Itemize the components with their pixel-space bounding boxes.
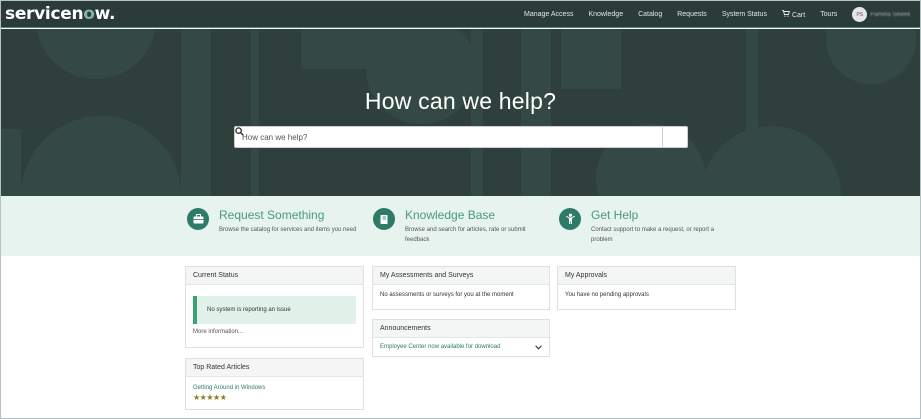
quick-link-request-something[interactable]: Request Something Browse the catalog for… xyxy=(187,208,367,235)
announcements-widget: Announcements Employee Center now availa… xyxy=(372,319,550,357)
briefcase-icon xyxy=(187,208,209,230)
quick-links-band: Request Something Browse the catalog for… xyxy=(1,196,920,256)
quick-link-description: Browse the catalog for services and item… xyxy=(219,227,357,233)
quick-link-title: Request Something xyxy=(219,208,325,222)
cart-icon xyxy=(781,10,790,19)
quick-link-description: Browse and search for articles, rate or … xyxy=(405,227,526,243)
nav-tours[interactable]: Tours xyxy=(820,11,837,18)
announcement-item[interactable]: Employee Center now available for downlo… xyxy=(373,338,549,356)
status-alert: No system is reporting an issue xyxy=(193,296,356,324)
nav-manage-access[interactable]: Manage Access xyxy=(524,11,573,18)
search-icon xyxy=(235,127,244,136)
user-avatar[interactable]: PS xyxy=(852,7,868,22)
servicenow-logo[interactable]: servicenow. xyxy=(5,4,115,24)
main-nav: Manage Access Knowledge Catalog Requests… xyxy=(509,1,910,28)
user-name[interactable]: Pamela Sewell xyxy=(870,12,910,18)
search-box xyxy=(234,126,688,148)
announcement-link[interactable]: Employee Center now available for downlo… xyxy=(380,344,500,350)
quick-link-knowledge-base[interactable]: Knowledge Base Browse and search for art… xyxy=(373,208,543,245)
quick-link-description: Contact support to make a request, or re… xyxy=(591,227,715,243)
widget-title: My Approvals xyxy=(558,267,735,285)
widget-title: Announcements xyxy=(373,320,549,338)
nav-requests[interactable]: Requests xyxy=(677,11,707,18)
search-button[interactable] xyxy=(235,127,687,147)
portal-page: servicenow. Manage Access Knowledge Cata… xyxy=(0,0,921,419)
current-status-widget: Current Status No system is reporting an… xyxy=(185,266,364,348)
search-input[interactable] xyxy=(235,127,662,147)
top-rated-articles-widget: Top Rated Articles Getting Around in Win… xyxy=(185,358,364,410)
hero-banner: How can we help? xyxy=(1,29,920,196)
nav-catalog[interactable]: Catalog xyxy=(638,11,662,18)
book-icon xyxy=(373,208,395,230)
person-help-icon xyxy=(559,208,581,230)
nav-system-status[interactable]: System Status xyxy=(722,11,767,18)
top-navigation-bar: servicenow. Manage Access Knowledge Cata… xyxy=(1,1,920,28)
widget-title: Current Status xyxy=(186,267,363,285)
quick-link-get-help[interactable]: Get Help Contact support to make a reque… xyxy=(559,208,734,245)
chevron-down-icon[interactable] xyxy=(535,344,542,350)
hero-title: How can we help? xyxy=(364,88,557,114)
star-rating: ★★★★★ xyxy=(193,393,227,402)
widget-title: My Assessments and Surveys xyxy=(373,267,549,285)
article-link[interactable]: Getting Around in Windows xyxy=(193,385,356,391)
approvals-widget: My Approvals You have no pending approva… xyxy=(557,266,736,310)
approvals-message: You have no pending approvals xyxy=(565,292,649,298)
more-information-link[interactable]: More information... xyxy=(186,324,363,340)
assessments-widget: My Assessments and Surveys No assessment… xyxy=(372,266,550,310)
quick-link-title: Knowledge Base xyxy=(405,208,496,222)
quick-link-title: Get Help xyxy=(591,208,639,222)
assessments-message: No assessments or surveys for you at the… xyxy=(380,292,514,298)
nav-cart[interactable]: Cart xyxy=(781,10,805,19)
widget-title: Top Rated Articles xyxy=(186,359,363,377)
nav-knowledge[interactable]: Knowledge xyxy=(588,11,623,18)
